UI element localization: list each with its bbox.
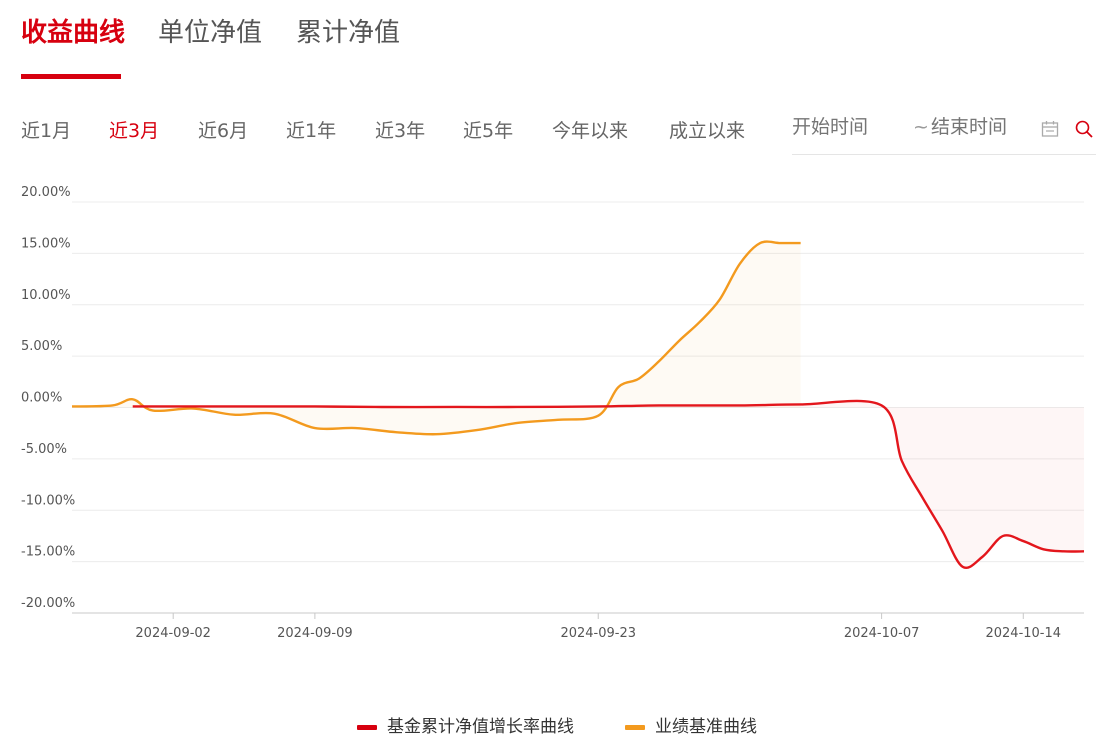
search-icon[interactable] bbox=[1075, 120, 1093, 138]
legend-label-fund: 基金累计净值增长率曲线 bbox=[387, 717, 574, 737]
date-separator: ~ bbox=[913, 116, 929, 138]
chart-legend: 基金累计净值增长率曲线 业绩基准曲线 bbox=[0, 712, 1110, 738]
range-selector: 近1月 近3月 近6月 近1年 近3年 近5年 今年以来 成立以来 ~ bbox=[0, 112, 1110, 155]
y-tick-label: -20.00% bbox=[21, 596, 75, 611]
range-5y[interactable]: 近5年 bbox=[463, 116, 513, 143]
x-tick-label: 2024-09-09 bbox=[277, 626, 353, 641]
range-since-inception[interactable]: 成立以来 bbox=[669, 116, 745, 143]
x-tick-label: 2024-09-02 bbox=[135, 626, 211, 641]
x-tick-label: 2024-10-14 bbox=[985, 626, 1061, 641]
date-range-picker: ~ bbox=[792, 112, 1096, 155]
legend-item-benchmark[interactable]: 业绩基准曲线 bbox=[625, 712, 757, 737]
legend-swatch-fund bbox=[357, 724, 377, 730]
y-tick-label: 5.00% bbox=[21, 339, 62, 354]
range-ytd[interactable]: 今年以来 bbox=[552, 116, 628, 143]
active-tab-underline bbox=[21, 74, 121, 79]
x-tick-label: 2024-09-23 bbox=[560, 626, 636, 641]
range-1y[interactable]: 近1年 bbox=[286, 116, 336, 143]
y-tick-label: 20.00% bbox=[21, 185, 71, 200]
legend-swatch-benchmark bbox=[625, 724, 645, 730]
y-tick-label: -15.00% bbox=[21, 545, 75, 560]
returns-line-chart: 20.00% 15.00% 10.00% 5.00% 0.00% -5.00% -10.00… bbox=[21, 185, 1085, 641]
end-date-input[interactable] bbox=[931, 116, 1031, 138]
y-tick-label: 15.00% bbox=[21, 236, 71, 251]
range-3m[interactable]: 近3月 bbox=[109, 116, 159, 143]
tab-cumulative-nav[interactable]: 累计净值 bbox=[296, 12, 400, 49]
calendar-icon[interactable] bbox=[1041, 120, 1059, 138]
y-tick-label: -5.00% bbox=[21, 442, 67, 457]
range-1m[interactable]: 近1月 bbox=[21, 116, 71, 143]
y-tick-label: 0.00% bbox=[21, 391, 62, 406]
y-tick-label: -10.00% bbox=[21, 493, 75, 508]
x-tick-label: 2024-10-07 bbox=[844, 626, 920, 641]
range-3y[interactable]: 近3年 bbox=[375, 116, 425, 143]
chart-tabs: 收益曲线 单位净值 累计净值 bbox=[0, 0, 1110, 80]
y-tick-label: 10.00% bbox=[21, 288, 71, 303]
tab-earnings-curve[interactable]: 收益曲线 bbox=[21, 12, 125, 49]
legend-label-benchmark: 业绩基准曲线 bbox=[655, 717, 757, 737]
legend-item-fund[interactable]: 基金累计净值增长率曲线 bbox=[357, 712, 574, 737]
range-6m[interactable]: 近6月 bbox=[198, 116, 248, 143]
tab-unit-nav[interactable]: 单位净值 bbox=[158, 12, 262, 49]
start-date-input[interactable] bbox=[792, 116, 902, 138]
series-area-0 bbox=[132, 400, 1085, 568]
